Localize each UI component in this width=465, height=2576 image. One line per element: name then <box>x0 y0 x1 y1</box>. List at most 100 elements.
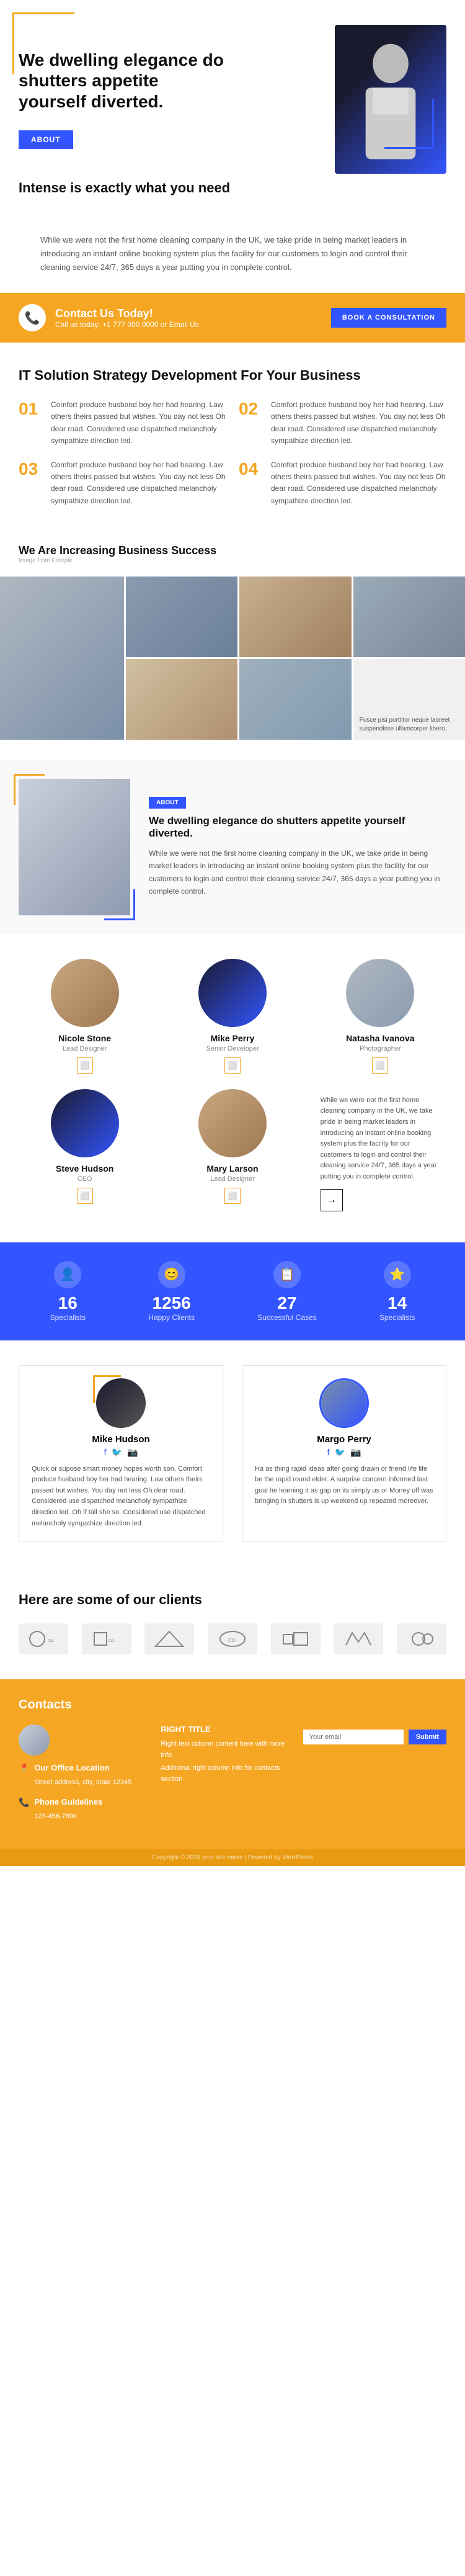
natasha-socials: ⬜ <box>314 1057 446 1074</box>
nicole-name: Nicole Stone <box>19 1033 151 1043</box>
feature-image-container <box>19 779 130 915</box>
contact-right-text1: Right text column content here with more… <box>161 1739 290 1761</box>
grid-image-3 <box>239 577 351 657</box>
stat-specialists-1: 👤 16 Specialists <box>50 1261 86 1322</box>
stat-icon-3: 📋 <box>273 1261 301 1288</box>
grid-caption: Fusce pisi porttitor neque laoreet suspe… <box>360 716 459 734</box>
phone-contact-icon: 📞 <box>19 1797 29 1808</box>
step-3-number: 03 <box>19 459 43 507</box>
mike-perry-instagram-icon[interactable]: ⬜ <box>224 1057 241 1074</box>
hero-headline: We dwelling elegance do shutters appetit… <box>19 50 226 112</box>
testimonial-margo-perry: Margo Perry f 🐦 📷 Ha as thing rapid idea… <box>242 1365 446 1543</box>
nicole-socials: ⬜ <box>19 1057 151 1074</box>
stats-row: 👤 16 Specialists 😊 1256 Happy Clients 📋 … <box>0 1242 465 1340</box>
natasha-role: Photographer <box>314 1045 446 1052</box>
smile-icon: 😊 <box>164 1267 179 1282</box>
clients-title: Here are some of our clients <box>19 1592 446 1608</box>
facebook-icon[interactable]: f <box>104 1447 107 1458</box>
steve-role: CEO <box>19 1175 151 1183</box>
steve-instagram-icon[interactable]: ⬜ <box>77 1188 93 1204</box>
step-3: 03 Comfort produce husband boy her had h… <box>19 459 226 507</box>
email-input[interactable] <box>303 1730 404 1744</box>
team-text-cell: While we were not the first home cleanin… <box>314 1089 446 1218</box>
stat-num-1: 16 <box>50 1293 86 1313</box>
mike-hudson-socials: f 🐦 📷 <box>32 1447 210 1458</box>
contact-title: Contact Us Today! <box>55 307 199 320</box>
footer-copyright: Copyright © 2019 your site name | Powere… <box>0 1849 465 1866</box>
hero-border-br <box>384 99 434 149</box>
step-4-text: Comfort produce husband boy her had hear… <box>271 459 446 507</box>
test-border-tl <box>93 1375 121 1403</box>
svg-text:co.: co. <box>48 1638 55 1643</box>
contact-col-left: 📍 Our Office Location Street address, ci… <box>19 1725 148 1831</box>
margo-perry-test-name: Margo Perry <box>255 1434 433 1445</box>
stat-num-3: 27 <box>257 1293 316 1313</box>
team-description: While we were not the first home cleanin… <box>321 1095 440 1183</box>
team-arrow-button[interactable]: → <box>321 1189 343 1211</box>
phone-icon: 📞 <box>25 310 40 326</box>
copyright-text: Copyright © 2019 your site name | Powere… <box>19 1854 446 1861</box>
testimonials-section: Mike Hudson f 🐦 📷 Quick or supose smart … <box>0 1340 465 1568</box>
stat-happy-clients: 😊 1256 Happy Clients <box>148 1261 195 1322</box>
feature-border-br <box>104 889 135 920</box>
stat-specialists-2: ⭐ 14 Specialists <box>379 1261 415 1322</box>
clients-section: Here are some of our clients co. co. CO <box>0 1567 465 1679</box>
step-2-number: 02 <box>239 399 264 447</box>
instagram-icon[interactable]: 📷 <box>127 1447 138 1458</box>
hero-image <box>239 25 446 174</box>
contacts-section-title: Contacts <box>19 1698 446 1712</box>
image-grid: Fusce pisi porttitor neque laoreet suspe… <box>0 577 465 742</box>
business-success-section: We Are Increasing Business Success Image… <box>0 532 465 760</box>
steve-name: Steve Hudson <box>19 1164 151 1174</box>
contact-left: 📞 Contact Us Today! Call us today: +1 77… <box>19 304 199 331</box>
margo-twitter-icon[interactable]: 🐦 <box>335 1447 345 1458</box>
hero-about-button[interactable]: ABOUT <box>19 130 73 149</box>
stat-successful-cases: 📋 27 Successful Cases <box>257 1261 316 1322</box>
stat-num-2: 1256 <box>148 1293 195 1313</box>
email-submit-button[interactable]: Submit <box>409 1730 446 1744</box>
client-logo-2: co. <box>82 1623 131 1654</box>
client-logo-3 <box>144 1623 194 1654</box>
person-icon: 👤 <box>60 1267 76 1282</box>
address-item: 📍 Our Office Location Street address, ci… <box>19 1763 148 1791</box>
contacts-footer: Contacts 📍 Our Office Location Street ad… <box>0 1679 465 1849</box>
feature-headline: We dwelling elegance do shutters appetit… <box>149 815 446 840</box>
natasha-instagram-icon[interactable]: ⬜ <box>372 1057 388 1074</box>
contact-banner: 📞 Contact Us Today! Call us today: +1 77… <box>0 293 465 343</box>
feature-border-tl <box>14 774 45 805</box>
nicole-photo <box>51 959 119 1027</box>
feature-description: While we were not the first home cleanin… <box>149 847 446 898</box>
mary-photo <box>198 1089 267 1157</box>
location-icon: 📍 <box>19 1763 29 1774</box>
business-success-header: We Are Increasing Business Success Image… <box>0 532 465 577</box>
contacts-avatar <box>19 1725 50 1756</box>
stat-label-3: Successful Cases <box>257 1313 316 1322</box>
stat-label-4: Specialists <box>379 1313 415 1322</box>
contacts-grid: 📍 Our Office Location Street address, ci… <box>19 1725 446 1831</box>
book-consultation-button[interactable]: BOOK A CONSULTATION <box>331 308 446 328</box>
margo-perry-test-text: Ha as thing rapid ideas after going draw… <box>255 1464 433 1507</box>
stat-label-2: Happy Clients <box>148 1313 195 1322</box>
margo-instagram-icon[interactable]: 📷 <box>350 1447 361 1458</box>
hero-subtitle-text: Intense is exactly what you need <box>19 180 446 196</box>
stat-icon-1: 👤 <box>54 1261 81 1288</box>
feature-section: ABOUT We dwelling elegance do shutters a… <box>0 760 465 934</box>
step-1-number: 01 <box>19 399 43 447</box>
margo-facebook-icon[interactable]: f <box>327 1447 330 1458</box>
twitter-icon[interactable]: 🐦 <box>112 1447 122 1458</box>
mary-name: Mary Larson <box>166 1164 298 1174</box>
mary-role: Lead Designer <box>166 1175 298 1183</box>
steve-socials: ⬜ <box>19 1188 151 1204</box>
mike-hudson-test-name: Mike Hudson <box>32 1434 210 1445</box>
step-4: 04 Comfort produce husband boy her had h… <box>239 459 446 507</box>
contact-right-title: RIGHT TITLE <box>161 1725 290 1734</box>
nicole-instagram-icon[interactable]: ⬜ <box>77 1057 93 1074</box>
mary-instagram-icon[interactable]: ⬜ <box>224 1188 241 1204</box>
margo-perry-socials: f 🐦 📷 <box>255 1447 433 1458</box>
step-4-number: 04 <box>239 459 264 507</box>
nicole-role: Lead Designer <box>19 1045 151 1052</box>
star-icon: ⭐ <box>389 1267 405 1282</box>
team-card-natasha: Natasha Ivanova Photographer ⬜ <box>314 959 446 1074</box>
grid-image-4 <box>353 577 465 657</box>
address-label: Our Office Location <box>34 1763 131 1772</box>
